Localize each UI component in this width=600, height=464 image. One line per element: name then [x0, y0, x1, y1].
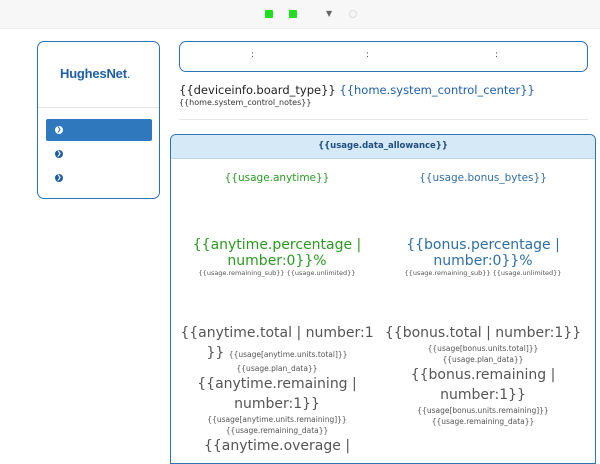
anytime-title: {{usage.anytime}}	[224, 172, 330, 184]
anytime-column: {{usage.anytime}}	[177, 172, 377, 184]
status-led-icon	[289, 10, 297, 18]
sidebar-item-2[interactable]: ❯	[46, 143, 152, 165]
bonus-remaining-sub: {{usage.remaining_sub}}	[404, 269, 491, 277]
anytime-percentage-block: {{anytime.percentage | number:0}}% {{usa…	[177, 237, 377, 278]
sidebar-divider	[38, 107, 159, 108]
data-allowance-panel: {{usage.data_allowance}} {{usage.anytime…	[170, 134, 596, 464]
anytime-overage: {{anytime.overage |	[203, 438, 351, 454]
hughesnet-logo: HughesNet.	[60, 66, 131, 81]
anytime-percentage: {{anytime.percentage | number:0}}%	[192, 237, 362, 269]
bonus-percentage: {{bonus.percentage | number:0}}%	[406, 237, 560, 269]
anytime-stats: {{anytime.total | number:1 }} {{usage[an…	[177, 323, 377, 456]
bonus-remaining-units: {{usage[bonus.units.remaining]}}	[417, 406, 549, 415]
board-type: {{deviceinfo.board_type}}	[179, 83, 336, 97]
bonus-stats: {{bonus.total | number:1}} {{usage[bonus…	[383, 323, 583, 427]
bonus-remaining-data: {{usage.remaining_data}}	[431, 417, 535, 426]
chevron-right-icon: ❯	[55, 150, 63, 158]
anytime-total-units: {{usage[anytime.units.total]}}	[228, 350, 348, 359]
top-bar: ▼	[0, 0, 600, 29]
control-center-title: {{home.system_control_center}}	[339, 83, 535, 97]
bonus-remaining: {{bonus.remaining | number:1}}	[410, 367, 556, 403]
bonus-total: {{bonus.total | number:1}}	[384, 325, 582, 341]
sidebar-item-1[interactable]: ❯	[46, 119, 152, 141]
bonus-unlimited: {{usage.unlimited}}	[492, 269, 562, 277]
info-separator: :	[251, 50, 255, 60]
anytime-remaining-data: {{usage.remaining_data}}	[225, 426, 329, 435]
sidebar-item-3[interactable]: ❯	[46, 167, 152, 189]
info-separator: :	[366, 50, 370, 60]
anytime-remaining-sub: {{usage.remaining_sub}}	[198, 269, 285, 277]
anytime-unlimited: {{usage.unlimited}}	[286, 269, 356, 277]
faint-status-icon	[349, 10, 357, 18]
control-notes: {{home.system_control_notes}}	[179, 98, 312, 107]
anytime-remaining: {{anytime.remaining | number:1}}	[197, 376, 357, 412]
sidebar: HughesNet. ❯ ❯ ❯	[37, 41, 160, 199]
chevron-right-icon: ❯	[55, 174, 63, 182]
status-led-icon	[265, 10, 273, 18]
anytime-remaining-units: {{usage[anytime.units.remaining]}}	[207, 415, 347, 424]
caret-down-icon[interactable]: ▼	[326, 9, 332, 18]
bonus-column: {{usage.bonus_bytes}}	[383, 172, 583, 184]
chevron-right-icon: ❯	[55, 126, 63, 134]
device-info-box: : : :	[179, 41, 588, 72]
divider	[179, 119, 588, 120]
panel-title: {{usage.data_allowance}}	[171, 135, 595, 159]
info-separator: :	[495, 50, 499, 60]
bonus-percentage-block: {{bonus.percentage | number:0}}% {{usage…	[383, 237, 583, 278]
anytime-plan-data: {{usage.plan_data}}	[236, 364, 318, 373]
bonus-total-units: {{usage[bonus.units.total]}}	[427, 344, 539, 353]
bonus-plan-data: {{usage.plan_data}}	[442, 355, 524, 364]
page-title: {{deviceinfo.board_type}} {{home.system_…	[179, 83, 535, 97]
bonus-title: {{usage.bonus_bytes}}	[419, 172, 547, 184]
